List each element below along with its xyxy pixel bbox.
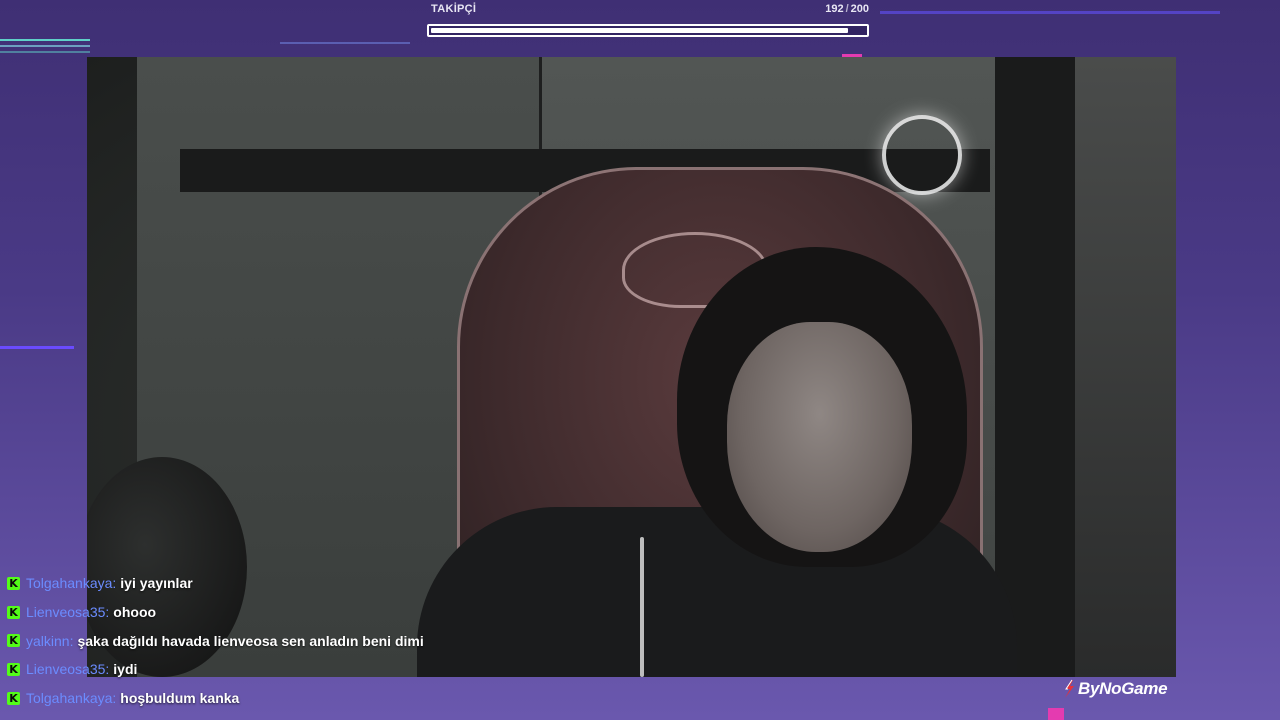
glitch-line bbox=[0, 346, 74, 349]
wardrobe-edge bbox=[995, 57, 1075, 677]
follower-separator: / bbox=[845, 3, 849, 15]
glitch-line bbox=[0, 39, 90, 41]
follower-target: 200 bbox=[850, 3, 869, 15]
chat-text: ohooo bbox=[113, 604, 157, 621]
chat-username: Lienveosa35 bbox=[26, 661, 106, 678]
chat-colon: : bbox=[105, 661, 110, 678]
chat-text: iyi yayınlar bbox=[120, 575, 193, 592]
chat-username: Tolgahankaya bbox=[26, 575, 113, 592]
follower-current: 192 bbox=[825, 3, 844, 15]
follower-goal-label: TAKİPÇİ bbox=[431, 3, 477, 15]
chat-message: K yalkinn: şaka dağıldı havada lienveosa… bbox=[7, 626, 707, 655]
chat-text: iydi bbox=[113, 661, 138, 678]
streamer-face bbox=[727, 322, 912, 552]
chat-colon: : bbox=[69, 632, 74, 649]
glitch-line bbox=[280, 42, 410, 44]
background-shelf bbox=[1075, 57, 1176, 677]
chat-overlay: K Tolgahankaya: iyi yayınlar K Lienveosa… bbox=[7, 569, 707, 712]
follower-progress-bar bbox=[427, 24, 869, 37]
chat-username: yalkinn bbox=[26, 632, 70, 649]
follower-progress-fill bbox=[431, 28, 848, 33]
kick-icon: K bbox=[7, 576, 20, 590]
chat-message: K Lienveosa35: ohooo bbox=[7, 598, 707, 627]
chat-message: K Tolgahankaya: iyi yayınlar bbox=[7, 569, 707, 598]
chat-text: hoşbuldum kanka bbox=[120, 690, 240, 707]
chat-message: K Lienveosa35: iydi bbox=[7, 655, 707, 684]
kick-icon: K bbox=[7, 605, 20, 619]
chat-colon: : bbox=[105, 604, 110, 621]
chat-text: şaka dağıldı havada lienveosa sen anladı… bbox=[77, 632, 424, 649]
glitch-line bbox=[0, 51, 90, 53]
kick-icon: K bbox=[7, 662, 20, 676]
chat-username: Lienveosa35 bbox=[26, 604, 106, 621]
bynogame-logo-icon bbox=[1065, 679, 1074, 698]
bynogame-logo-text: ByNoGame bbox=[1078, 679, 1168, 698]
follower-goal-count: 192/200 bbox=[825, 3, 869, 15]
ring-light-reflection bbox=[882, 115, 962, 195]
chat-message: K Tolgahankaya: hoşbuldum kanka bbox=[7, 684, 707, 713]
glitch-line bbox=[880, 11, 1220, 14]
kick-icon: K bbox=[7, 634, 20, 648]
bynogame-logo: ByNoGame bbox=[1063, 677, 1168, 701]
kick-icon: K bbox=[7, 691, 20, 705]
glitch-line bbox=[0, 45, 90, 47]
glitch-line bbox=[1048, 708, 1064, 720]
chat-colon: : bbox=[112, 575, 117, 592]
chat-username: Tolgahankaya bbox=[26, 690, 113, 707]
chat-colon: : bbox=[112, 690, 117, 707]
